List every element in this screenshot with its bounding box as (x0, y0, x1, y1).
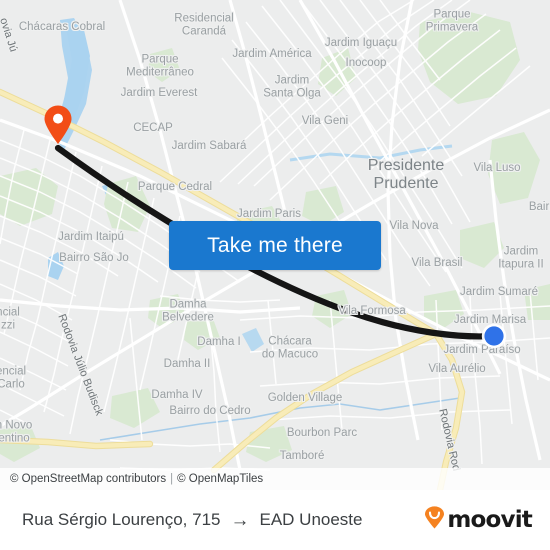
moovit-map-widget: Chácaras Cobral Residencial Carandá Jardim… (0, 0, 550, 550)
arrow-right-icon: → (230, 509, 250, 531)
origin-marker-pin[interactable] (43, 105, 73, 145)
attribution-osm[interactable]: © OpenStreetMap contributors (10, 473, 166, 485)
map-attribution: © OpenStreetMap contributors | © OpenMap… (0, 468, 550, 490)
trip-origin: Rua Sérgio Lourenço, 715 (22, 510, 221, 529)
attribution-separator: | (170, 473, 174, 485)
take-me-there-button[interactable]: Take me there (169, 221, 381, 270)
destination-marker-dot[interactable] (481, 323, 507, 349)
trip-destination: EAD Unoeste (259, 510, 363, 529)
trip-footer: Rua Sérgio Lourenço, 715 → EAD Unoeste m… (0, 490, 550, 550)
trip-summary: Rua Sérgio Lourenço, 715 → EAD Unoeste (22, 510, 362, 530)
map-canvas[interactable]: Chácaras Cobral Residencial Carandá Jardim… (0, 0, 550, 490)
moovit-logo[interactable]: moovit (424, 506, 533, 534)
moovit-wordmark: moovit (447, 506, 532, 533)
take-me-there-label: Take me there (207, 233, 343, 257)
attribution-openmaptiles[interactable]: © OpenMapTiles (177, 473, 263, 485)
moovit-pin-icon (424, 506, 445, 534)
